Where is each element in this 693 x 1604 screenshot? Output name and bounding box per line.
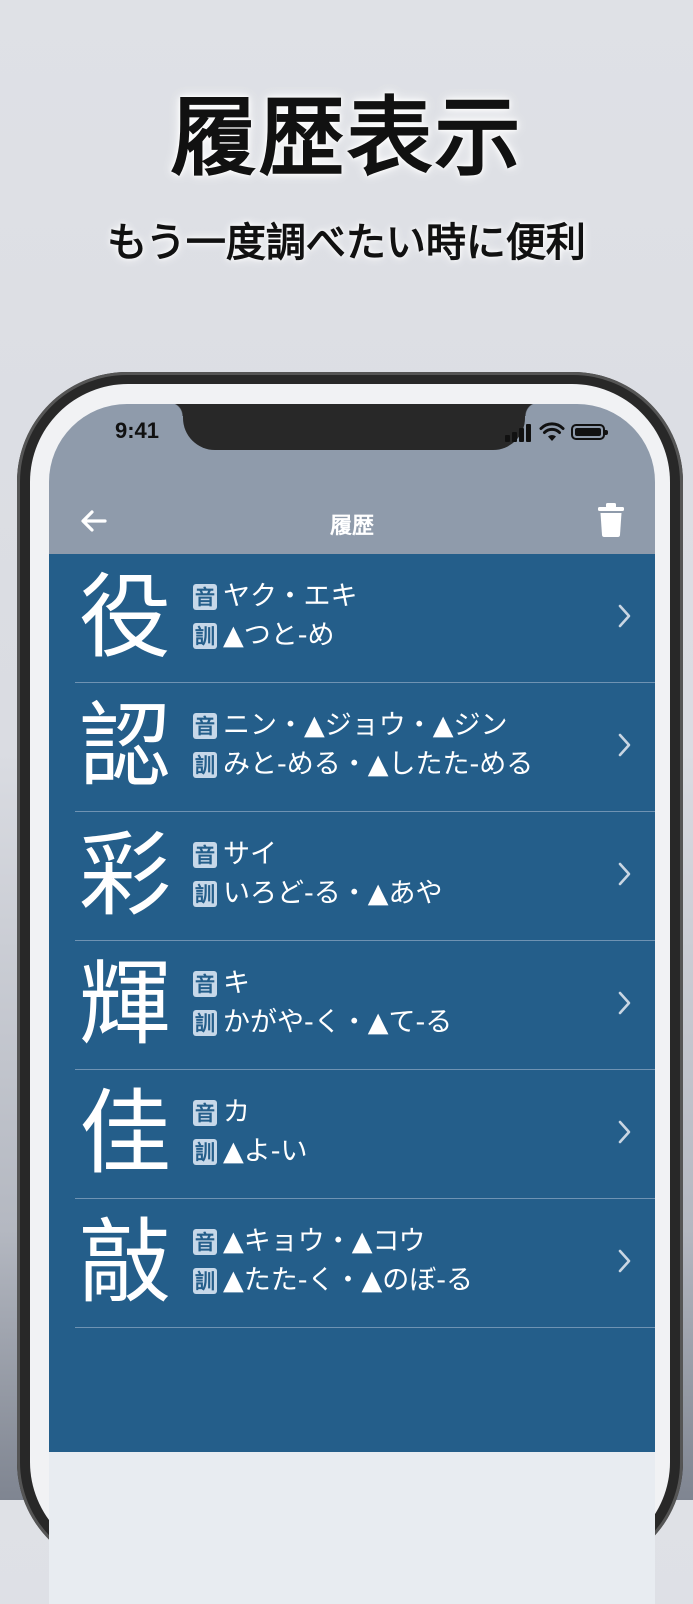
chevron-right-icon [618, 991, 631, 1015]
kanji-character: 役 [78, 564, 171, 671]
app-screen: 9:41 履歴 役 音 ヤク・エキ 訓 ▲つと-め 認 音 ニン・▲ジョウ・▲ジ… [49, 404, 655, 1604]
kun-reading-text: みと-める・▲したた-める [223, 749, 534, 780]
nav-bar: 履歴 [49, 494, 655, 554]
kun-reading-tag: 訓 [193, 1268, 217, 1294]
on-reading-text: サイ [223, 839, 277, 870]
kun-reading: 訓いろど-る・▲あや [193, 878, 443, 910]
on-reading-tag: 音 [193, 842, 217, 868]
kanji-character: 敲 [78, 1209, 171, 1316]
kun-reading-text: かがや-く・▲て-る [223, 1007, 453, 1038]
on-reading-text: ▲キョウ・▲コウ [223, 1226, 426, 1257]
history-list: 役 音ヤク・エキ 訓 ▲つと-め 認 音ニン・▲ジョウ・▲ジン 訓みと-める・▲し… [49, 554, 655, 1452]
history-item[interactable]: 輝 音キ 訓かがや-く・▲て-る [75, 941, 655, 1070]
promo-subheadline: もう一度調べたい時に便利 [107, 220, 586, 266]
kun-reading: 訓みと-める・▲したた-める [193, 749, 533, 781]
chevron-right-icon [618, 1249, 631, 1273]
kanji-character: 輝 [78, 951, 171, 1058]
trash-icon[interactable] [597, 502, 625, 538]
chevron-right-icon [618, 862, 631, 886]
kun-reading: 訓 ▲たた-く・▲のぼ-る [193, 1265, 473, 1297]
on-reading-tag: 音 [193, 1229, 217, 1255]
on-reading-text: ニン・▲ジョウ・▲ジン [223, 710, 508, 741]
kun-reading-text: ▲よ-い [223, 1136, 308, 1167]
on-reading-tag: 音 [193, 713, 217, 739]
on-reading-text: キ [223, 968, 250, 999]
header-bar: 9:41 履歴 [49, 404, 655, 554]
kun-reading-tag: 訓 [193, 752, 217, 778]
kun-reading-tag: 訓 [193, 1010, 217, 1036]
kanji-character: 彩 [78, 822, 171, 929]
kun-reading-text: ▲つと-め [223, 620, 335, 651]
phone-frame: 9:41 履歴 役 音 ヤク・エキ 訓 ▲つと-め 認 音 ニン・▲ジョウ・▲ジ… [17, 372, 683, 1604]
on-reading-text: カ [223, 1097, 250, 1128]
kun-reading: 訓かがや-く・▲て-る [193, 1007, 452, 1039]
kanji-character: 認 [78, 693, 171, 800]
bottom-area [49, 1452, 655, 1604]
cellular-signal-icon [505, 424, 533, 442]
chevron-right-icon [618, 733, 631, 757]
chevron-right-icon [618, 1120, 631, 1144]
status-time: 9:41 [115, 418, 160, 443]
on-reading: 音カ [193, 1097, 250, 1129]
on-reading-tag: 音 [193, 584, 217, 610]
kun-reading: 訓 ▲つと-め [193, 620, 335, 652]
kun-reading-tag: 訓 [193, 623, 217, 649]
on-reading: 音 ▲キョウ・▲コウ [193, 1226, 425, 1258]
kun-reading-tag: 訓 [193, 1139, 217, 1165]
history-item[interactable]: 彩 音サイ 訓いろど-る・▲あや [75, 812, 655, 941]
kun-reading-tag: 訓 [193, 881, 217, 907]
on-reading-text: ヤク・エキ [223, 581, 358, 612]
notch [169, 404, 539, 450]
kun-reading: 訓 ▲よ-い [193, 1136, 308, 1168]
promo-headline: 履歴表示 [170, 87, 523, 188]
history-item[interactable]: 佳 音カ 訓 ▲よ-い [75, 1070, 655, 1199]
on-reading-tag: 音 [193, 971, 217, 997]
kanji-character: 佳 [78, 1080, 171, 1187]
history-item[interactable]: 敲 音 ▲キョウ・▲コウ 訓 ▲たた-く・▲のぼ-る [75, 1199, 655, 1328]
wifi-icon [539, 422, 565, 441]
on-reading-tag: 音 [193, 1100, 217, 1126]
on-reading: 音サイ [193, 839, 277, 871]
history-item[interactable]: 役 音ヤク・エキ 訓 ▲つと-め [75, 554, 655, 683]
kun-reading-text: いろど-る・▲あや [223, 878, 443, 909]
on-reading: 音ニン・▲ジョウ・▲ジン [193, 710, 508, 742]
battery-icon [571, 424, 608, 440]
on-reading: 音ヤク・エキ [193, 581, 357, 613]
history-item[interactable]: 認 音ニン・▲ジョウ・▲ジン 訓みと-める・▲したた-める [75, 683, 655, 812]
kun-reading-text: ▲たた-く・▲のぼ-る [223, 1265, 474, 1296]
page-title: 履歴 [329, 514, 374, 539]
chevron-right-icon [618, 604, 631, 628]
on-reading: 音キ [193, 968, 250, 1000]
